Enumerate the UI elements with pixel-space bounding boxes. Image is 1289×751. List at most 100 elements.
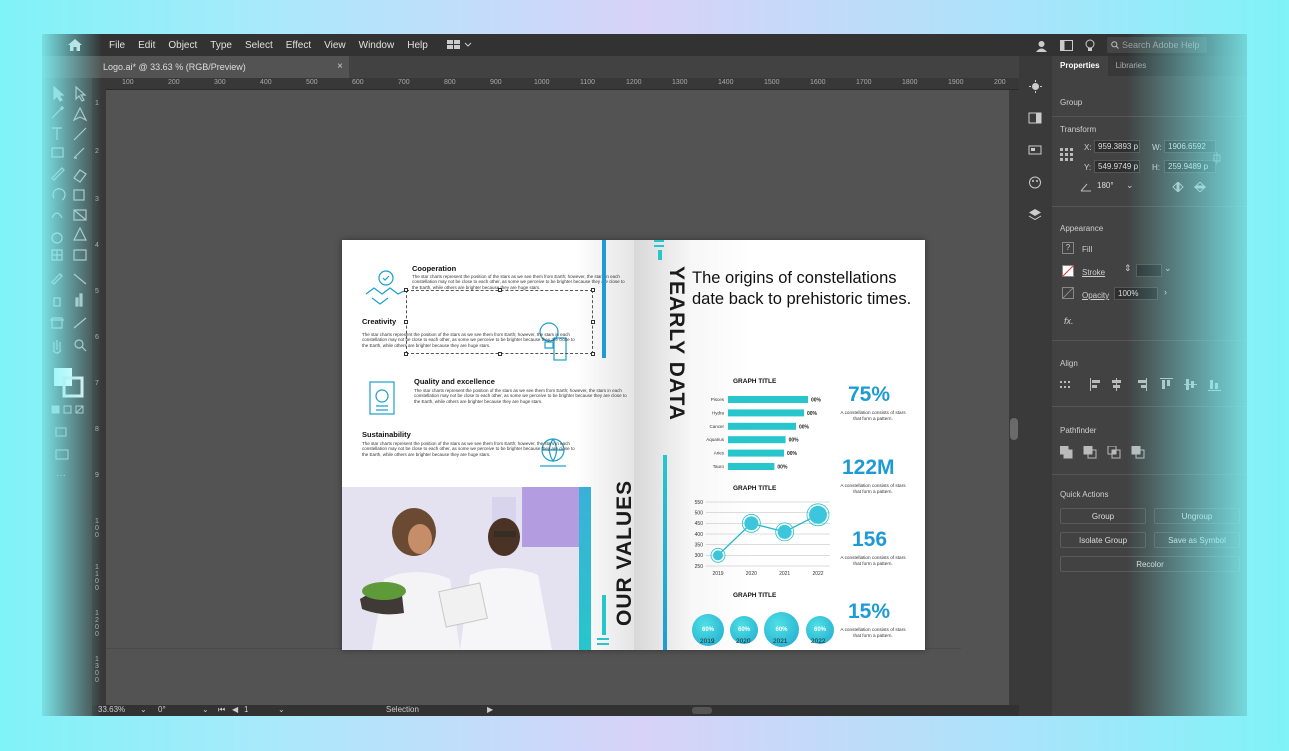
arrange-documents-icon[interactable]	[1060, 39, 1073, 51]
accent-bar-long	[663, 455, 667, 650]
artboard-number[interactable]: 1	[244, 705, 248, 714]
constrain-proportions-icon[interactable]	[1212, 152, 1222, 164]
group-button[interactable]: Group	[1060, 508, 1146, 524]
align-right-icon	[1146, 378, 1147, 391]
bar	[728, 396, 808, 403]
ruler-h-label: 1000	[534, 79, 550, 86]
menu-edit[interactable]: Edit	[138, 40, 155, 51]
h-field[interactable]: 259.9489 p	[1164, 160, 1216, 173]
selection-handle[interactable]	[498, 352, 502, 356]
accent-line	[654, 245, 664, 247]
pathfinder-buttons[interactable]	[1060, 446, 1160, 460]
chevron-down-icon[interactable]: ⌄	[278, 705, 285, 714]
selection-handle[interactable]	[591, 320, 595, 324]
home-icon[interactable]	[67, 38, 83, 52]
rotation-value[interactable]: 0°	[158, 705, 166, 714]
color-palette-icon[interactable]	[1028, 176, 1043, 189]
selection-handle[interactable]	[404, 352, 408, 356]
ruler-h-label: 200	[994, 79, 1006, 86]
first-artboard-icon[interactable]: ⏮	[218, 705, 225, 715]
reference-point-icon[interactable]	[1060, 148, 1074, 162]
bar	[728, 422, 796, 430]
bar	[728, 436, 786, 444]
isolate-group-button[interactable]: Isolate Group	[1060, 532, 1146, 548]
stat-text: A constellation consists of stars that f…	[840, 555, 906, 566]
align-hcenter-icon	[1116, 378, 1117, 391]
workspace-switcher[interactable]	[446, 40, 472, 50]
menu-file[interactable]: File	[109, 40, 125, 51]
libraries-icon[interactable]	[1028, 144, 1043, 157]
y-field[interactable]: 549.9749 p	[1094, 160, 1140, 173]
bar-category-label: Hydra	[712, 410, 725, 415]
chevron-down-icon[interactable]: ⌄	[1126, 180, 1134, 191]
selection-handle[interactable]	[404, 320, 408, 324]
play-icon[interactable]: ▶	[487, 705, 493, 714]
more-tools-icon: ···	[56, 470, 66, 481]
scroll-thumb[interactable]	[1010, 418, 1018, 440]
panel-tabs: Properties Libraries	[1052, 56, 1247, 76]
horizontal-scroll-thumb[interactable]	[692, 707, 712, 714]
accent-bar-bottom	[602, 595, 606, 635]
fill-swatch-icon[interactable]: ?	[1062, 242, 1074, 254]
opacity-field[interactable]: 100%	[1114, 287, 1158, 300]
chevron-down-icon[interactable]: ⌄	[1164, 263, 1172, 274]
vertical-scrollbar[interactable]	[1009, 90, 1019, 705]
photo-accent-bar	[579, 487, 591, 650]
accent-bar-top	[602, 240, 606, 358]
data-point	[809, 505, 827, 524]
zoom-level[interactable]: 33.63%	[98, 705, 125, 714]
stroke-width-field[interactable]	[1136, 264, 1162, 277]
stroke-label[interactable]: Stroke	[1082, 268, 1105, 277]
properties-panel-icon[interactable]	[1028, 112, 1043, 125]
stat-value: 156	[852, 528, 888, 551]
bar-value-label: 00%	[787, 451, 798, 457]
lightbulb-icon[interactable]	[1085, 39, 1095, 52]
menu-window[interactable]: Window	[359, 40, 395, 51]
zoom-tool-icon	[74, 339, 84, 349]
flip-vertical-icon[interactable]	[1194, 182, 1206, 192]
direct-selection-tool-icon	[75, 85, 87, 102]
menu-effect[interactable]: Effect	[286, 40, 311, 51]
fx-label[interactable]: fx.	[1064, 316, 1074, 326]
menu-select[interactable]: Select	[245, 40, 273, 51]
align-buttons[interactable]	[1060, 378, 1240, 392]
tab-libraries[interactable]: Libraries	[1108, 56, 1155, 76]
opacity-label[interactable]: Opacity	[1082, 291, 1109, 300]
x-field[interactable]: 959.3893 p	[1094, 140, 1140, 153]
flip-horizontal-icon[interactable]	[1172, 182, 1184, 192]
ruler-v-label: 2	[95, 148, 99, 155]
chevron-right-icon[interactable]: ›	[1164, 287, 1167, 297]
close-icon[interactable]: ×	[337, 61, 343, 72]
layers-icon[interactable]	[1028, 208, 1043, 221]
selection-handle[interactable]	[404, 288, 408, 292]
prev-artboard-icon[interactable]: ◀	[232, 705, 238, 714]
menu-view[interactable]: View	[324, 40, 346, 51]
bubble-year: 2019	[700, 638, 715, 645]
menu-type[interactable]: Type	[210, 40, 232, 51]
chevron-down-icon[interactable]: ⌄	[140, 705, 147, 714]
tab-properties[interactable]: Properties	[1052, 56, 1108, 76]
pencil-tool-icon	[51, 167, 65, 181]
menu-help[interactable]: Help	[407, 40, 428, 51]
selection-handle[interactable]	[591, 352, 595, 356]
ungroup-button[interactable]: Ungroup	[1154, 508, 1240, 524]
align-bottom-icon	[1208, 390, 1221, 391]
save-as-symbol-button[interactable]: Save as Symbol	[1154, 532, 1240, 548]
ruler-v-label: 3	[95, 196, 99, 203]
user-icon[interactable]	[1035, 39, 1048, 52]
w-field[interactable]: 1906.6592	[1164, 140, 1216, 153]
y-label: Y:	[1084, 163, 1092, 172]
sun-icon[interactable]	[1028, 80, 1043, 93]
canvas[interactable]: Cooperation The star charts represent th…	[106, 90, 1009, 705]
artboard[interactable]: Cooperation The star charts represent th…	[342, 240, 925, 650]
stroke-swatch-icon[interactable]	[1062, 265, 1074, 277]
recolor-button[interactable]: Recolor	[1060, 556, 1240, 572]
search-help-input[interactable]: Search Adobe Help	[1107, 37, 1207, 53]
chevron-down-icon[interactable]: ⌄	[202, 705, 209, 714]
color-mode-icon	[51, 405, 60, 414]
stepper-icon[interactable]: ⇕	[1124, 263, 1132, 274]
document-tab[interactable]: Logo.ai* @ 33.63 % (RGB/Preview) ×	[92, 56, 349, 78]
menu-object[interactable]: Object	[168, 40, 197, 51]
ruler-v-label: 1	[95, 100, 99, 107]
ruler-v-label: 1 0 0	[95, 518, 99, 539]
